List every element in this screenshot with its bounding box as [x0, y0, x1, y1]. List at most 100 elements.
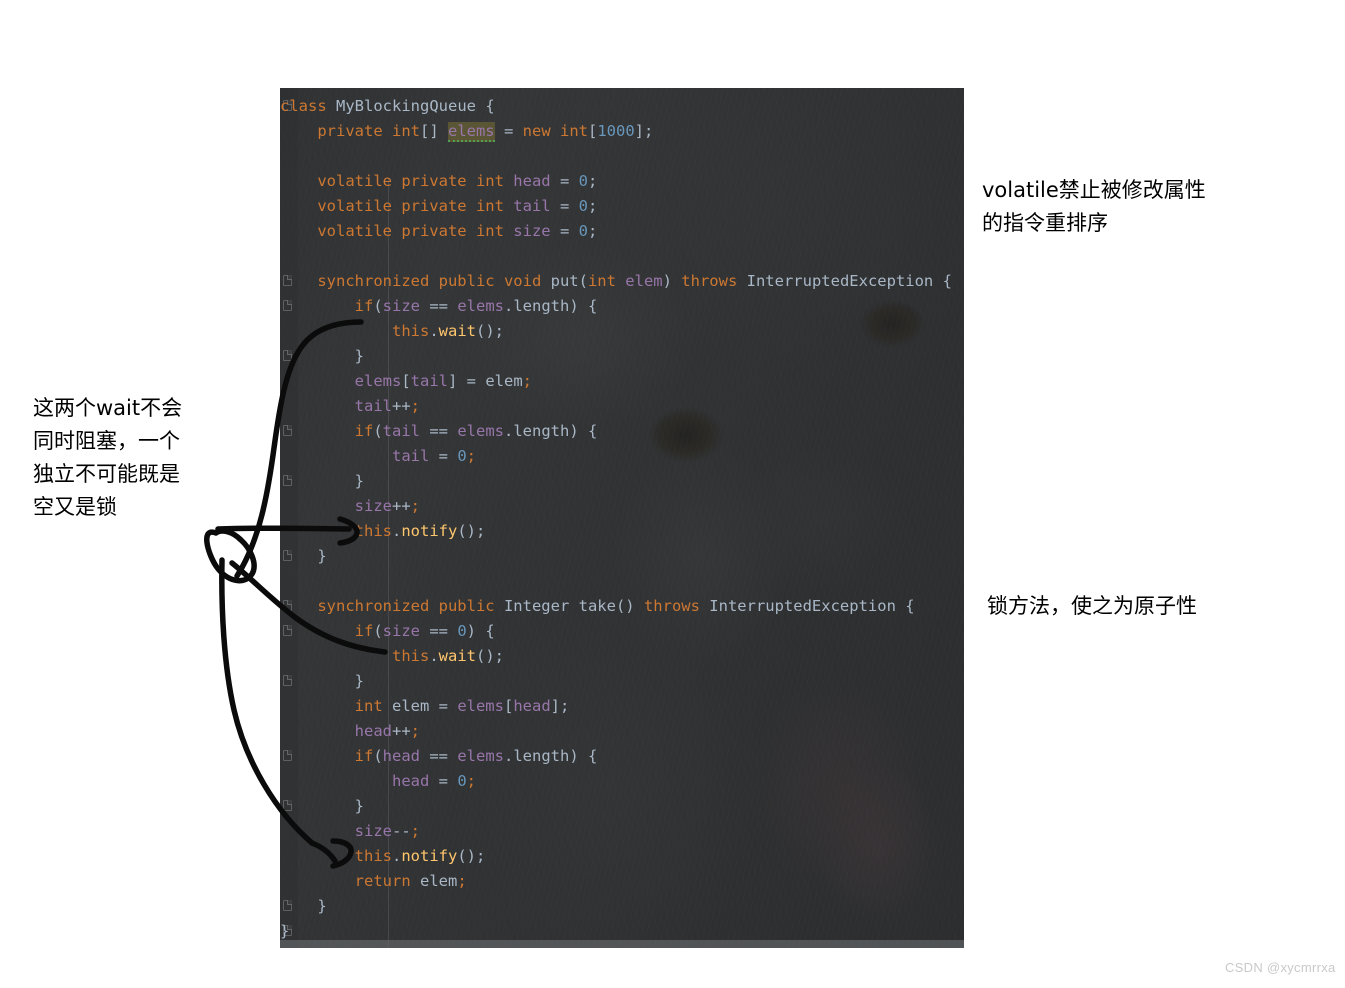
code-token: .	[391, 847, 402, 865]
code-line: this.wait();	[280, 319, 964, 344]
code-line: this.notify();	[280, 844, 964, 869]
code-token: ==	[420, 622, 458, 640]
code-token: .	[429, 647, 439, 665]
code-line: }	[280, 894, 964, 919]
code-token: private	[317, 122, 392, 140]
code-line: volatile private int size = 0;	[280, 219, 964, 244]
code-token: ];	[550, 697, 570, 715]
code-token: wait	[438, 322, 476, 340]
code-token: tail	[354, 397, 392, 415]
code-token: .length) {	[504, 422, 598, 440]
code-token: =	[494, 122, 523, 140]
code-token: ();	[475, 647, 504, 665]
code-token: Integer	[503, 597, 579, 615]
code-token: [	[401, 372, 411, 390]
code-token: 0	[578, 172, 588, 190]
code-token: size	[382, 622, 420, 640]
code-token: }	[280, 672, 364, 690]
code-token: ++	[391, 722, 411, 740]
annotation-lock-note: 锁方法，使之为原子性	[987, 594, 1197, 618]
code-token: size	[513, 222, 551, 240]
code-token: ==	[420, 747, 458, 765]
code-text[interactable]: class MyBlockingQueue { private int[] el…	[280, 94, 964, 944]
code-line: head++;	[280, 719, 964, 744]
code-line: }	[280, 344, 964, 369]
code-token: ();	[457, 847, 486, 865]
code-line: return elem;	[280, 869, 964, 894]
code-token: ;	[466, 772, 476, 790]
code-token: .length) {	[504, 297, 598, 315]
code-token: ;	[587, 172, 598, 190]
code-token: 0	[578, 197, 588, 215]
code-token: ;	[457, 872, 467, 890]
code-token: elem	[391, 697, 430, 715]
code-token: head	[513, 172, 551, 190]
code-token: put	[550, 272, 579, 290]
code-token: synchronized public	[317, 597, 504, 615]
code-token: ] =	[448, 372, 486, 390]
code-line: }	[280, 669, 964, 694]
code-line: if(tail == elems.length) {	[280, 419, 964, 444]
code-token: if	[354, 747, 374, 765]
code-token: ;	[587, 222, 598, 240]
code-token: size	[382, 297, 420, 315]
code-token: ;	[522, 372, 532, 390]
code-token: this	[391, 322, 430, 340]
editor-bottom-strip	[280, 940, 964, 948]
code-line: int elem = elems[head];	[280, 694, 964, 719]
code-token: }	[280, 347, 364, 365]
code-token: 0	[457, 447, 467, 465]
code-line: class MyBlockingQueue {	[280, 94, 964, 119]
code-line: private int[] elems = new int[1000];	[280, 119, 964, 144]
code-line: head = 0;	[280, 769, 964, 794]
code-token: notify	[401, 847, 458, 865]
csdn-watermark: CSDN @xycmrrxa	[1225, 960, 1336, 975]
annotation-wait-note: 这两个wait不会 同时阻塞，一个 独立不可能既是 空又是锁	[33, 396, 183, 519]
code-token: (	[373, 747, 383, 765]
code-token: MyBlockingQueue	[336, 97, 486, 115]
code-token: elem	[625, 272, 663, 290]
code-token: }	[280, 547, 327, 565]
code-token: 0	[457, 772, 467, 790]
code-token: [	[503, 697, 514, 715]
code-editor-panel[interactable]: class MyBlockingQueue { private int[] el…	[280, 88, 964, 948]
code-token: elem	[419, 872, 458, 890]
code-token: size	[354, 497, 392, 515]
code-token: int	[475, 172, 514, 190]
code-token: {	[485, 97, 495, 115]
code-token: (	[578, 272, 588, 290]
code-token: =	[550, 172, 579, 190]
code-token: take	[578, 597, 616, 615]
code-token: int	[475, 222, 514, 240]
code-token: int	[587, 272, 626, 290]
code-token: 0	[578, 222, 588, 240]
code-token: notify	[401, 522, 458, 540]
code-token: ==	[420, 422, 458, 440]
code-token: InterruptedException	[746, 272, 943, 290]
code-token: int	[391, 122, 420, 140]
code-line: }	[280, 544, 964, 569]
code-token: 1000	[597, 122, 635, 140]
code-token: new	[522, 122, 560, 140]
code-token: =	[550, 197, 579, 215]
code-token: .	[429, 322, 439, 340]
code-token: ();	[475, 322, 504, 340]
code-token: --	[391, 822, 411, 840]
code-token: }	[280, 897, 327, 915]
code-token: .	[391, 522, 402, 540]
highlighted-token: elems	[447, 122, 495, 142]
code-token: }	[280, 472, 364, 490]
code-line: if(size == elems.length) {	[280, 294, 964, 319]
code-line: this.wait();	[280, 644, 964, 669]
